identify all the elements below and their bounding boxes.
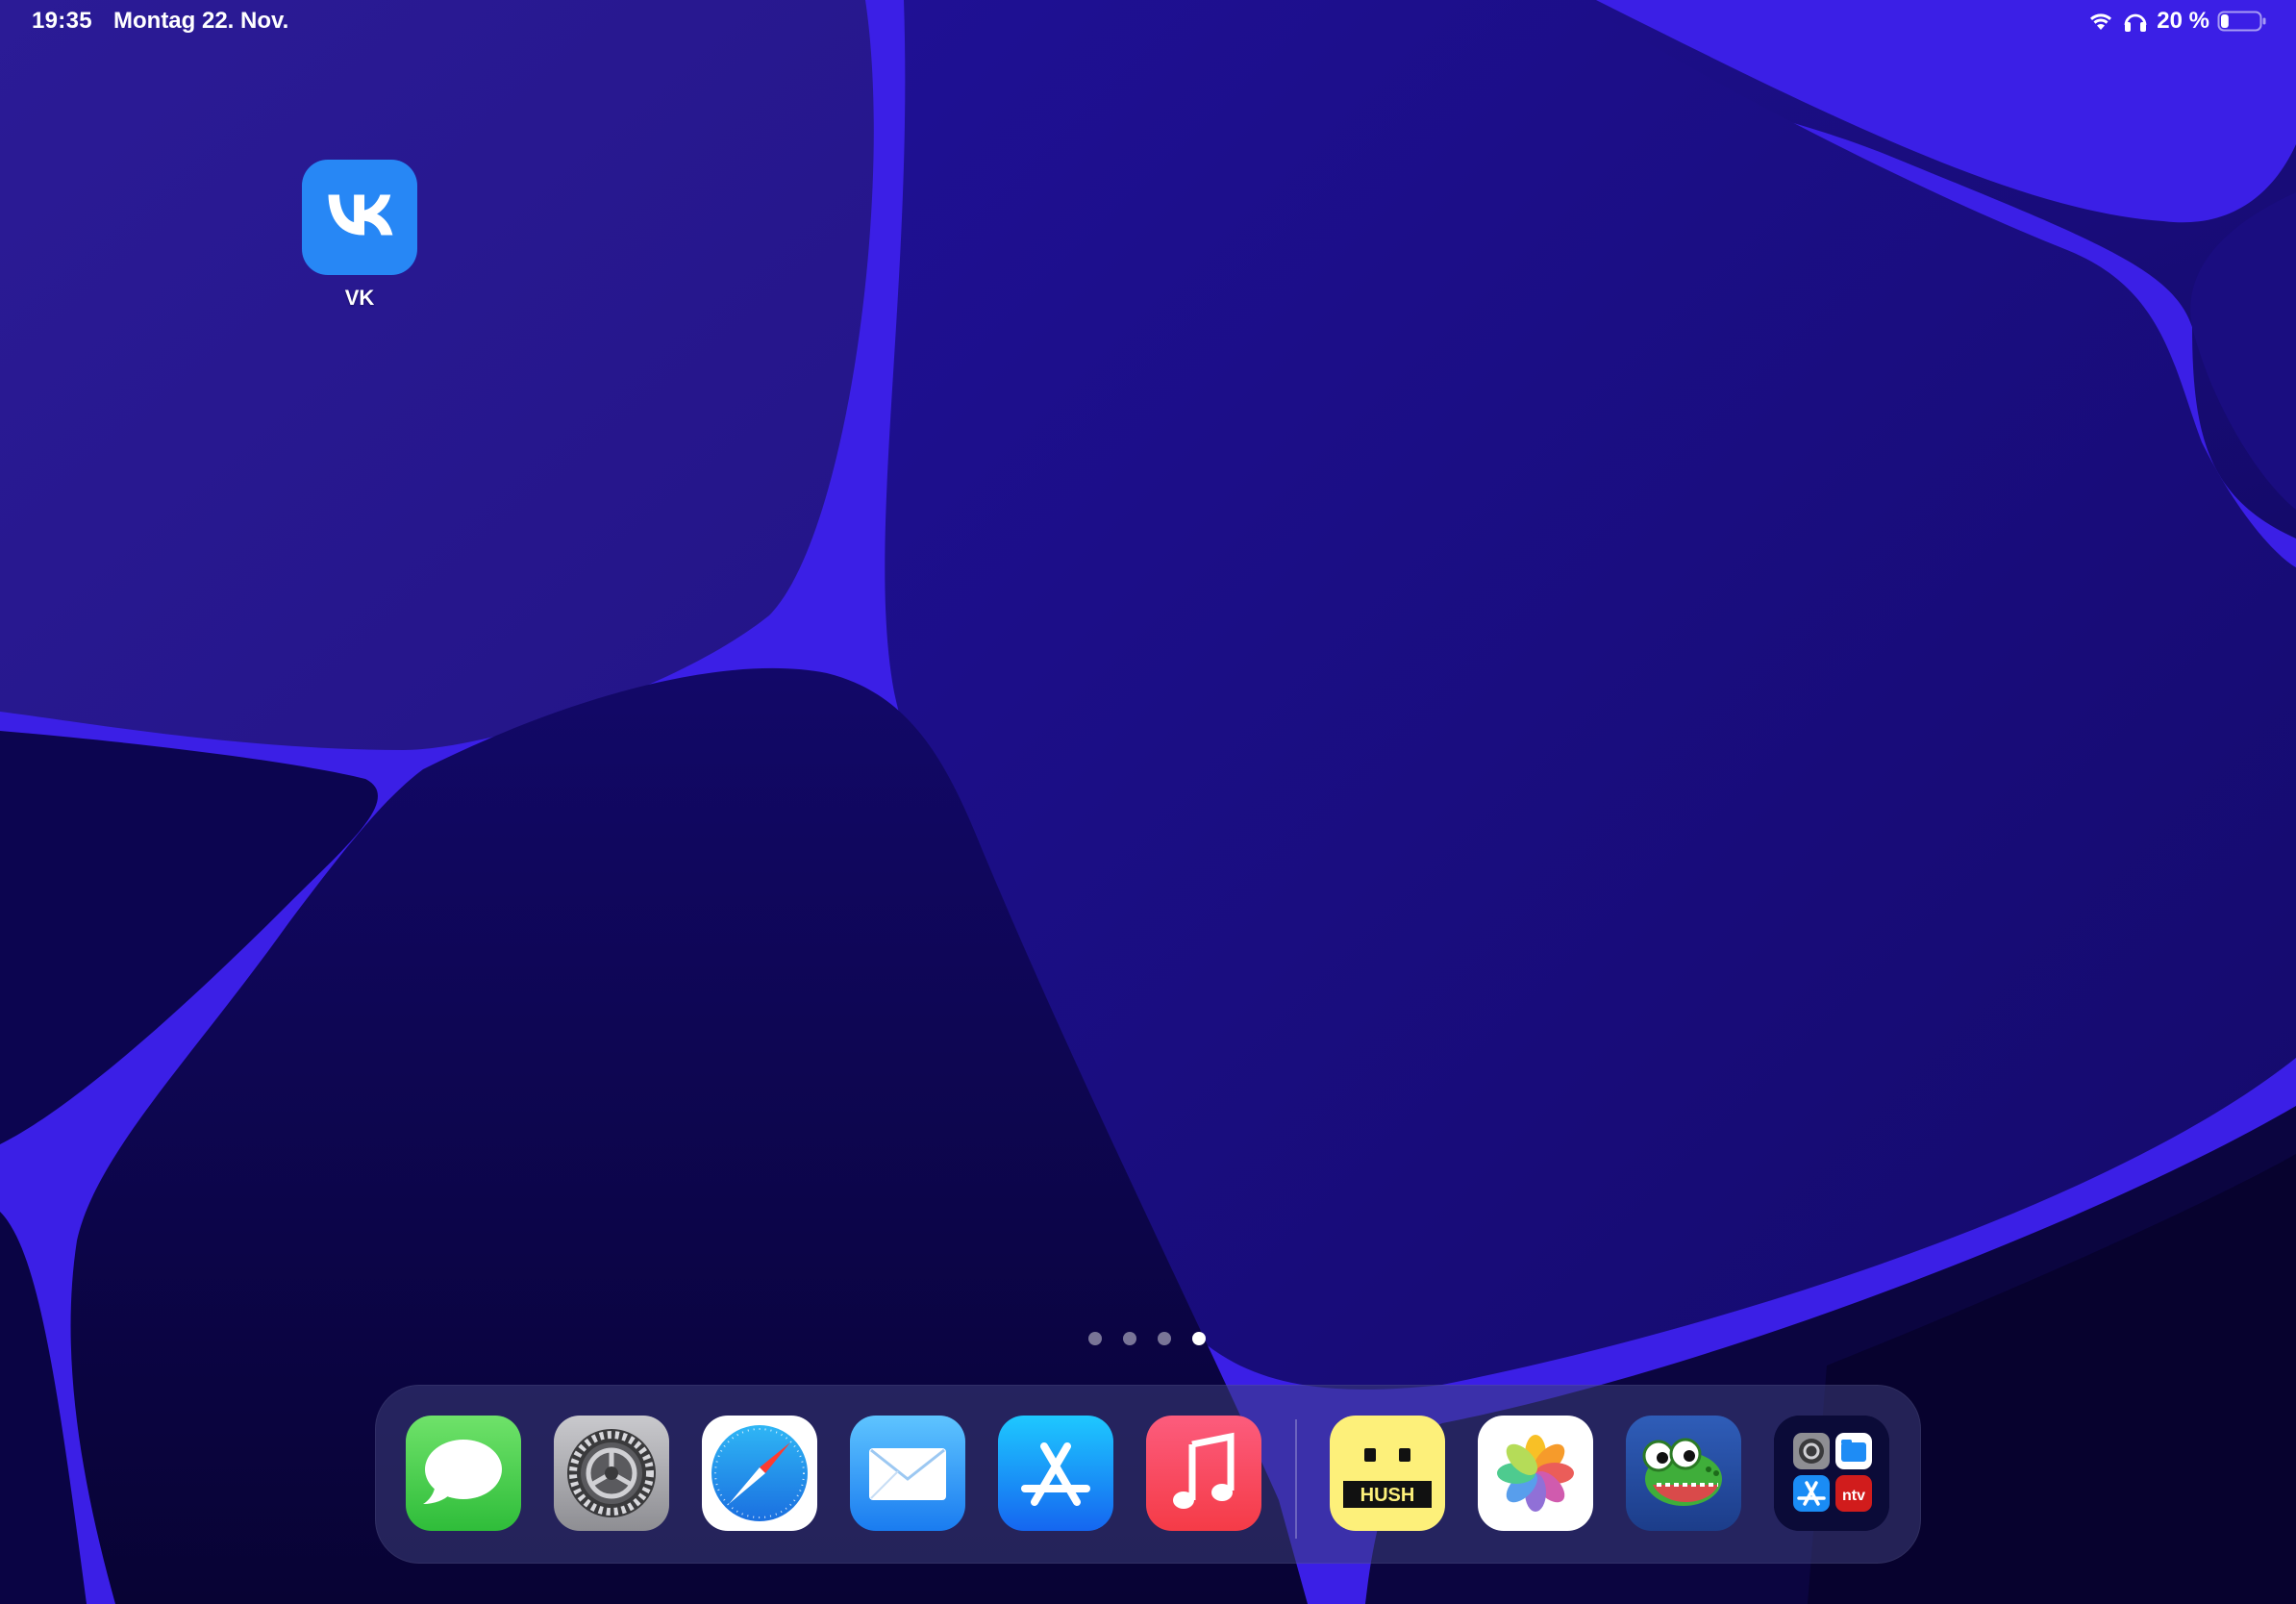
status-indicators: 20 % [2087, 8, 2267, 35]
page-dot[interactable] [1088, 1332, 1102, 1345]
wifi-icon [2087, 11, 2114, 32]
dock-app-messages[interactable] [406, 1416, 521, 1531]
dock-app-library[interactable]: ntv [1774, 1416, 1889, 1531]
dock: HUSH ntv [375, 1385, 1921, 1564]
library-settings-icon [1793, 1433, 1830, 1469]
page-dot-current[interactable] [1192, 1332, 1206, 1345]
status-bar: 19:35 Montag 22. Nov. 20 % [0, 0, 2296, 46]
photos-icon [1478, 1416, 1593, 1531]
crocodile-game-icon [1626, 1416, 1741, 1531]
dock-app-safari[interactable] [702, 1416, 817, 1531]
app-vk[interactable]: VK [300, 160, 419, 311]
headphones-icon [2122, 10, 2149, 33]
page-dot[interactable] [1158, 1332, 1171, 1345]
library-files-icon [1835, 1433, 1872, 1469]
dock-app-crocodile-game[interactable] [1626, 1416, 1741, 1531]
dock-divider [1295, 1419, 1297, 1539]
library-ntv-icon: ntv [1835, 1475, 1872, 1512]
app-label: VK [344, 286, 375, 310]
settings-icon [554, 1416, 669, 1531]
battery-percent: 20 % [2157, 8, 2209, 34]
status-date: Montag 22. Nov. [113, 8, 289, 34]
dock-app-music[interactable] [1146, 1416, 1261, 1531]
app-store-icon [998, 1416, 1113, 1531]
status-time: 19:35 [32, 8, 92, 34]
hush-icon: HUSH [1330, 1416, 1445, 1531]
battery-icon [2217, 10, 2267, 33]
dock-app-photos[interactable] [1478, 1416, 1593, 1531]
dock-app-app-store[interactable] [998, 1416, 1113, 1531]
library-app-store-icon [1793, 1475, 1830, 1512]
hush-text: HUSH [1360, 1485, 1415, 1506]
page-indicator[interactable] [1088, 1332, 1206, 1345]
music-icon [1146, 1416, 1261, 1531]
ntv-text: ntv [1842, 1488, 1865, 1504]
page-dot[interactable] [1123, 1332, 1136, 1345]
app-library-icon: ntv [1774, 1416, 1889, 1531]
vk-icon [302, 160, 417, 275]
dock-app-settings[interactable] [554, 1416, 669, 1531]
dock-app-hush[interactable]: HUSH [1330, 1416, 1445, 1531]
safari-icon [702, 1416, 817, 1531]
mail-icon [850, 1416, 965, 1531]
messages-icon [406, 1416, 521, 1531]
dock-app-mail[interactable] [850, 1416, 965, 1531]
